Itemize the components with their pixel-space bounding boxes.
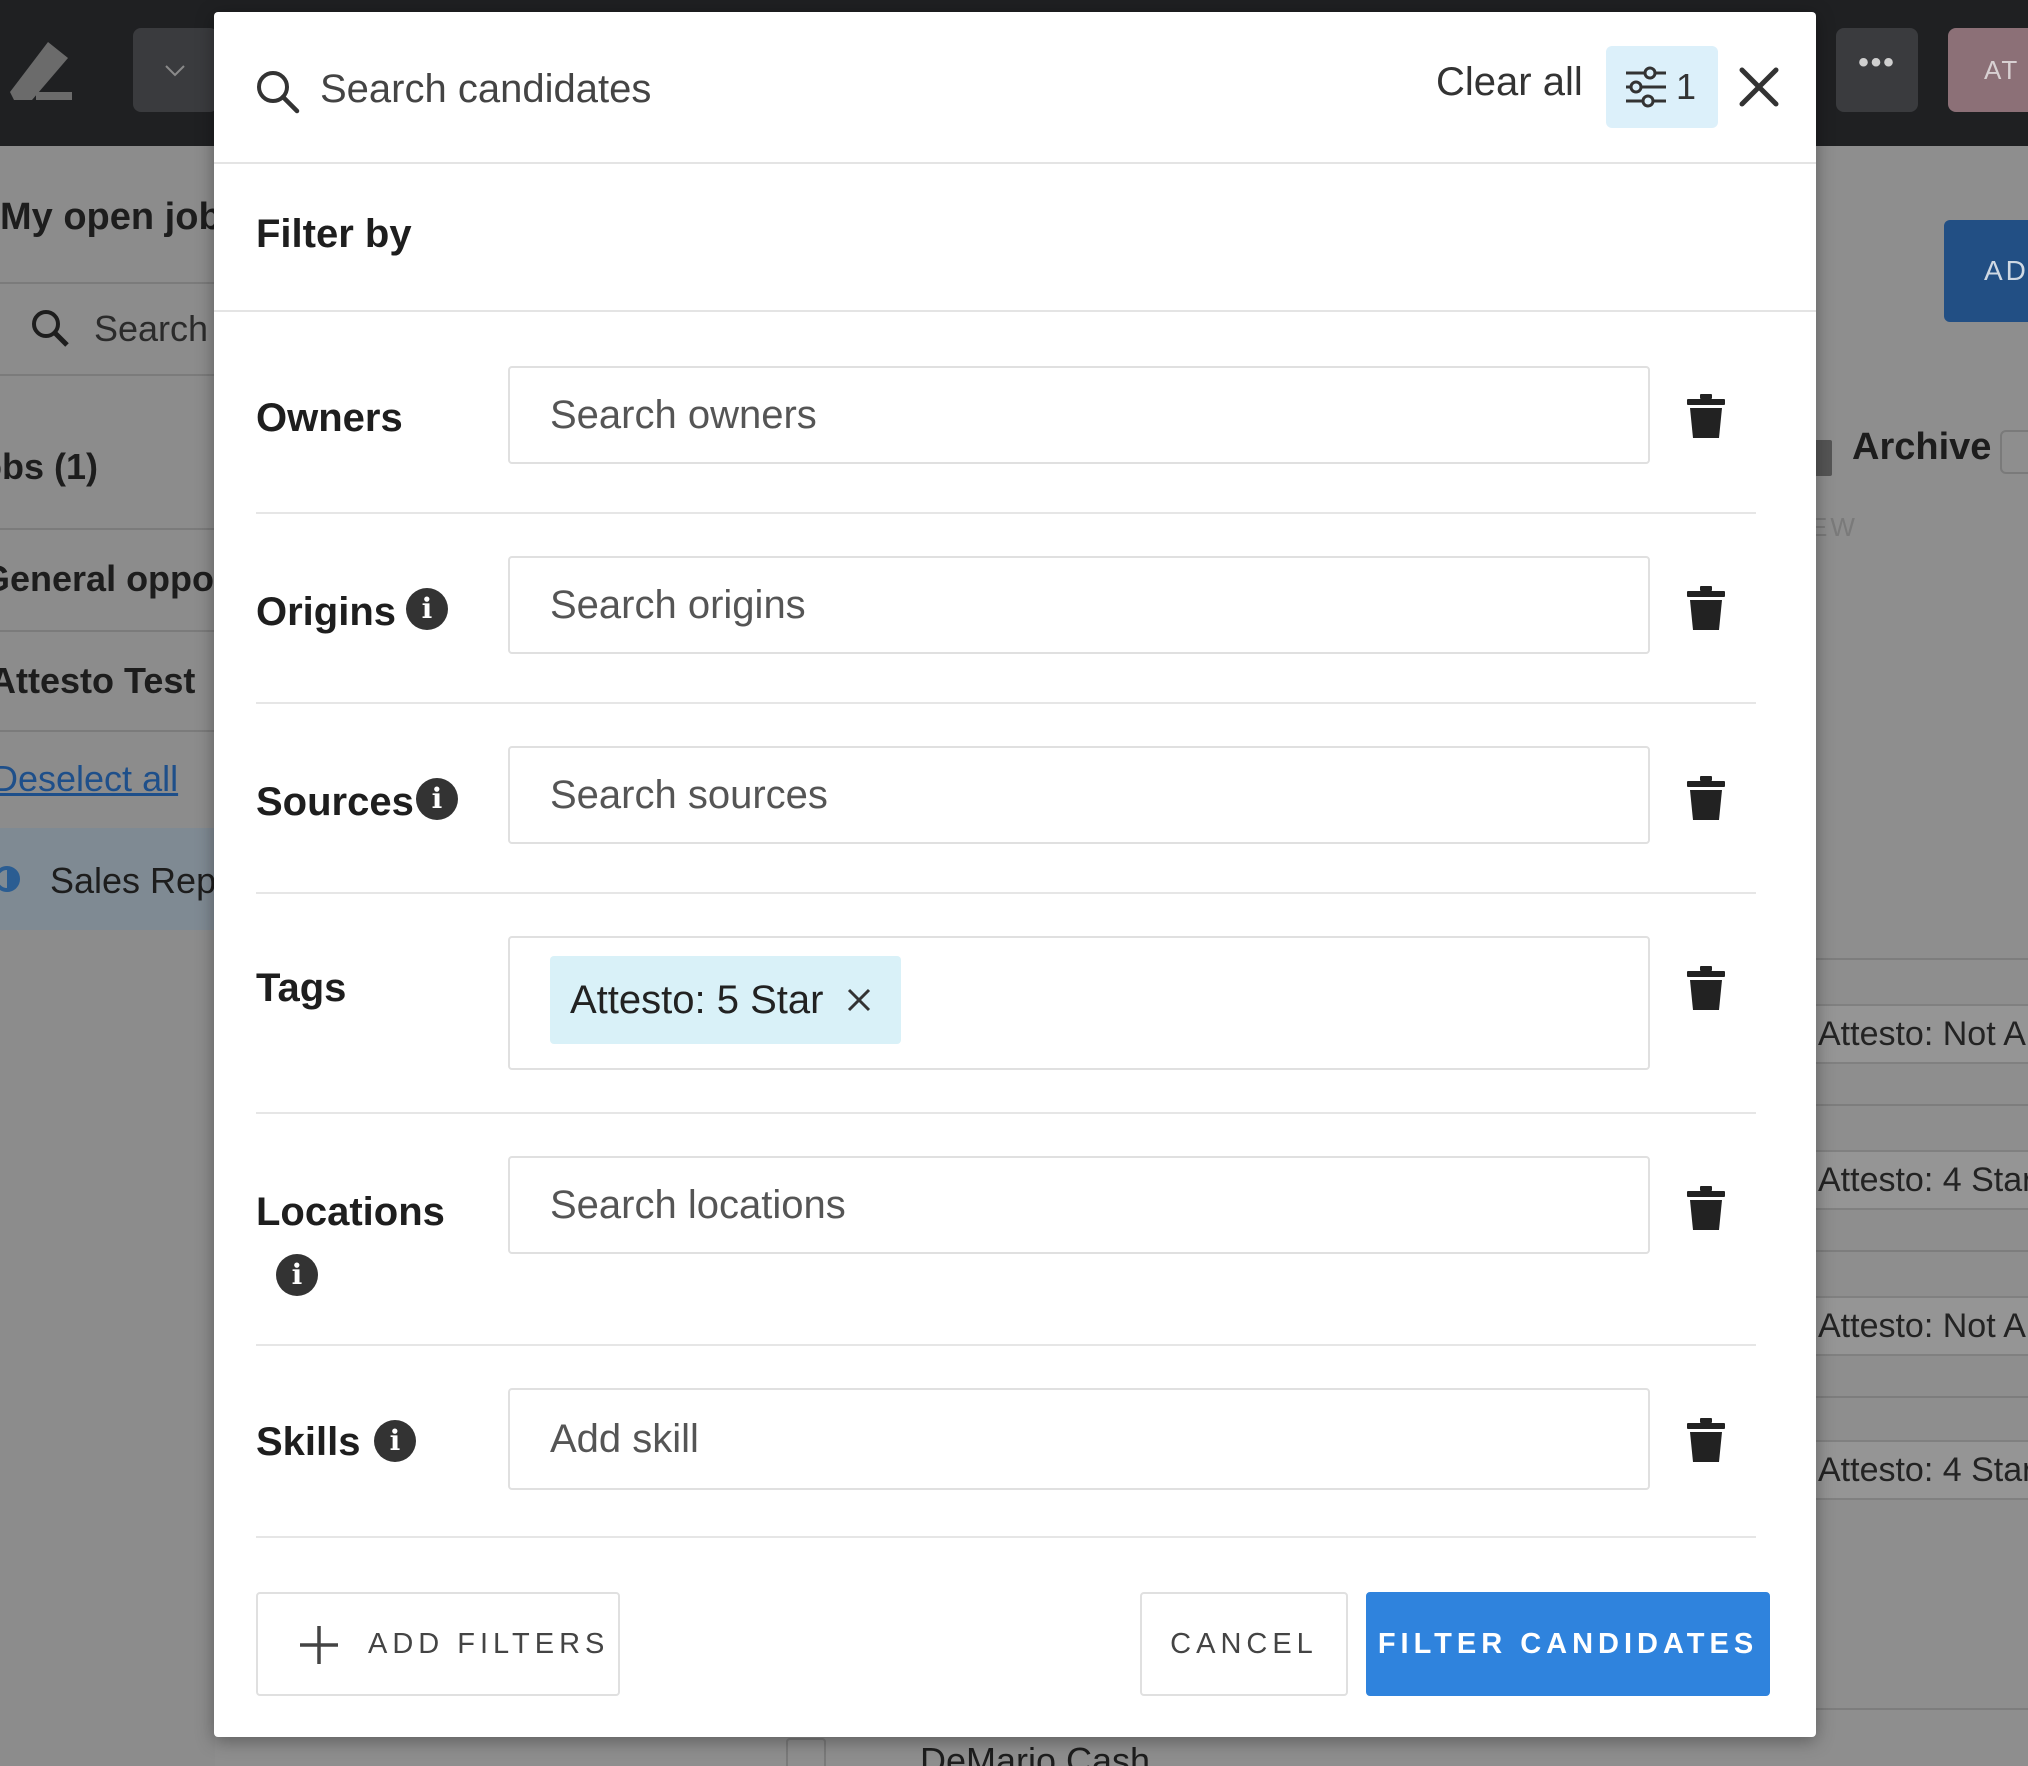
- filter-row-tags: Tags Attesto: 5 Star: [256, 894, 1756, 1114]
- sliders-icon: [1626, 66, 1666, 108]
- filter-candidates-button[interactable]: FILTER CANDIDATES: [1366, 1592, 1770, 1696]
- skills-label: Skills: [256, 1420, 361, 1464]
- deselect-all-link[interactable]: Deselect all: [0, 758, 178, 800]
- info-icon[interactable]: i: [406, 588, 448, 630]
- archive-tab[interactable]: Archive: [1810, 426, 2028, 496]
- chevron-down-icon: [165, 65, 185, 77]
- close-icon[interactable]: [1734, 62, 1784, 112]
- search-icon: [32, 310, 69, 347]
- more-menu-button[interactable]: •••: [1836, 28, 1918, 112]
- divider: [1815, 1250, 2028, 1252]
- row-checkbox[interactable]: [786, 1738, 826, 1766]
- filter-by-section: Filter by: [214, 166, 1816, 312]
- jobs-sidebar: My open jobs Search jobs Jobs (1) Genera…: [0, 146, 326, 1766]
- trash-icon[interactable]: [1686, 776, 1726, 820]
- sidebar-heading: My open jobs: [0, 196, 243, 238]
- divider: [0, 730, 215, 732]
- divider: [1815, 1104, 2028, 1106]
- tag-chip-label: Attesto: 5 Star: [570, 978, 824, 1022]
- workspace-dropdown[interactable]: [133, 28, 218, 112]
- divider: [0, 528, 215, 530]
- divider: [1815, 1396, 2028, 1398]
- filter-row-sources: Sources i: [256, 704, 1756, 894]
- owners-label: Owners: [256, 396, 403, 440]
- tags-input[interactable]: Attesto: 5 Star: [508, 936, 1650, 1070]
- origins-search-input[interactable]: [508, 556, 1650, 654]
- divider: [1815, 1708, 2028, 1710]
- filter-row-locations: Locations i: [256, 1114, 1756, 1346]
- divider: [0, 282, 215, 284]
- candidate-name[interactable]: DeMario Cash: [920, 1740, 1150, 1766]
- trash-icon[interactable]: [1686, 394, 1726, 438]
- cancel-button[interactable]: CANCEL: [1140, 1592, 1348, 1696]
- user-avatar[interactable]: AT: [1948, 28, 2028, 112]
- info-icon[interactable]: i: [276, 1254, 318, 1296]
- add-skill-input[interactable]: [508, 1388, 1650, 1490]
- owners-search-input[interactable]: [508, 366, 1650, 464]
- info-icon[interactable]: i: [416, 778, 458, 820]
- filter-by-heading: Filter by: [256, 212, 412, 256]
- trash-icon[interactable]: [1686, 1186, 1726, 1230]
- add-candidate-button[interactable]: AD: [1944, 220, 2028, 322]
- active-filter-count: 1: [1676, 66, 1697, 107]
- sources-label: Sources: [256, 780, 414, 824]
- clear-all-button[interactable]: Clear all: [1436, 60, 1583, 105]
- search-icon: [257, 71, 300, 114]
- add-filters-label: ADD FILTERS: [368, 1627, 610, 1660]
- filter-row-owners: Owners: [256, 314, 1756, 514]
- job-status-icon: [0, 866, 20, 892]
- jobs-count-label: Jobs (1): [0, 446, 99, 487]
- archive-count-badge: [2000, 430, 2028, 474]
- view-column-header: EW: [1810, 512, 1858, 542]
- filter-row-origins: Origins i: [256, 514, 1756, 704]
- divider: [0, 374, 215, 376]
- divider: [0, 630, 215, 632]
- trash-icon[interactable]: [1686, 966, 1726, 1010]
- pencil-logo-icon: [10, 42, 72, 100]
- locations-label: Locations: [256, 1190, 445, 1234]
- filter-candidates-modal: Clear all 1 Filter by Owners Origi: [214, 12, 1816, 1737]
- origins-label: Origins: [256, 590, 397, 634]
- tags-label: Tags: [256, 966, 347, 1010]
- trash-icon[interactable]: [1686, 586, 1726, 630]
- add-filters-button[interactable]: ADD FILTERS: [256, 1592, 620, 1696]
- info-icon[interactable]: i: [374, 1420, 416, 1462]
- plus-icon: [300, 1626, 338, 1664]
- locations-search-input[interactable]: [508, 1156, 1650, 1254]
- search-candidates-input[interactable]: [320, 54, 1080, 124]
- selected-job-item[interactable]: Sales Representative: [0, 828, 392, 930]
- sources-search-input[interactable]: [508, 746, 1650, 844]
- job-item-attesto-test[interactable]: Attesto Test: [0, 660, 195, 702]
- archive-label: Archive: [1852, 426, 1992, 468]
- trash-icon[interactable]: [1686, 1418, 1726, 1462]
- remove-tag-icon[interactable]: [845, 986, 873, 1014]
- selected-tag-chip: Attesto: 5 Star: [550, 956, 902, 1044]
- divider: [1815, 958, 2028, 960]
- modal-header: Clear all 1: [214, 12, 1816, 164]
- filter-row-skills: Skills i: [256, 1346, 1756, 1538]
- active-filters-button[interactable]: 1: [1606, 46, 1718, 128]
